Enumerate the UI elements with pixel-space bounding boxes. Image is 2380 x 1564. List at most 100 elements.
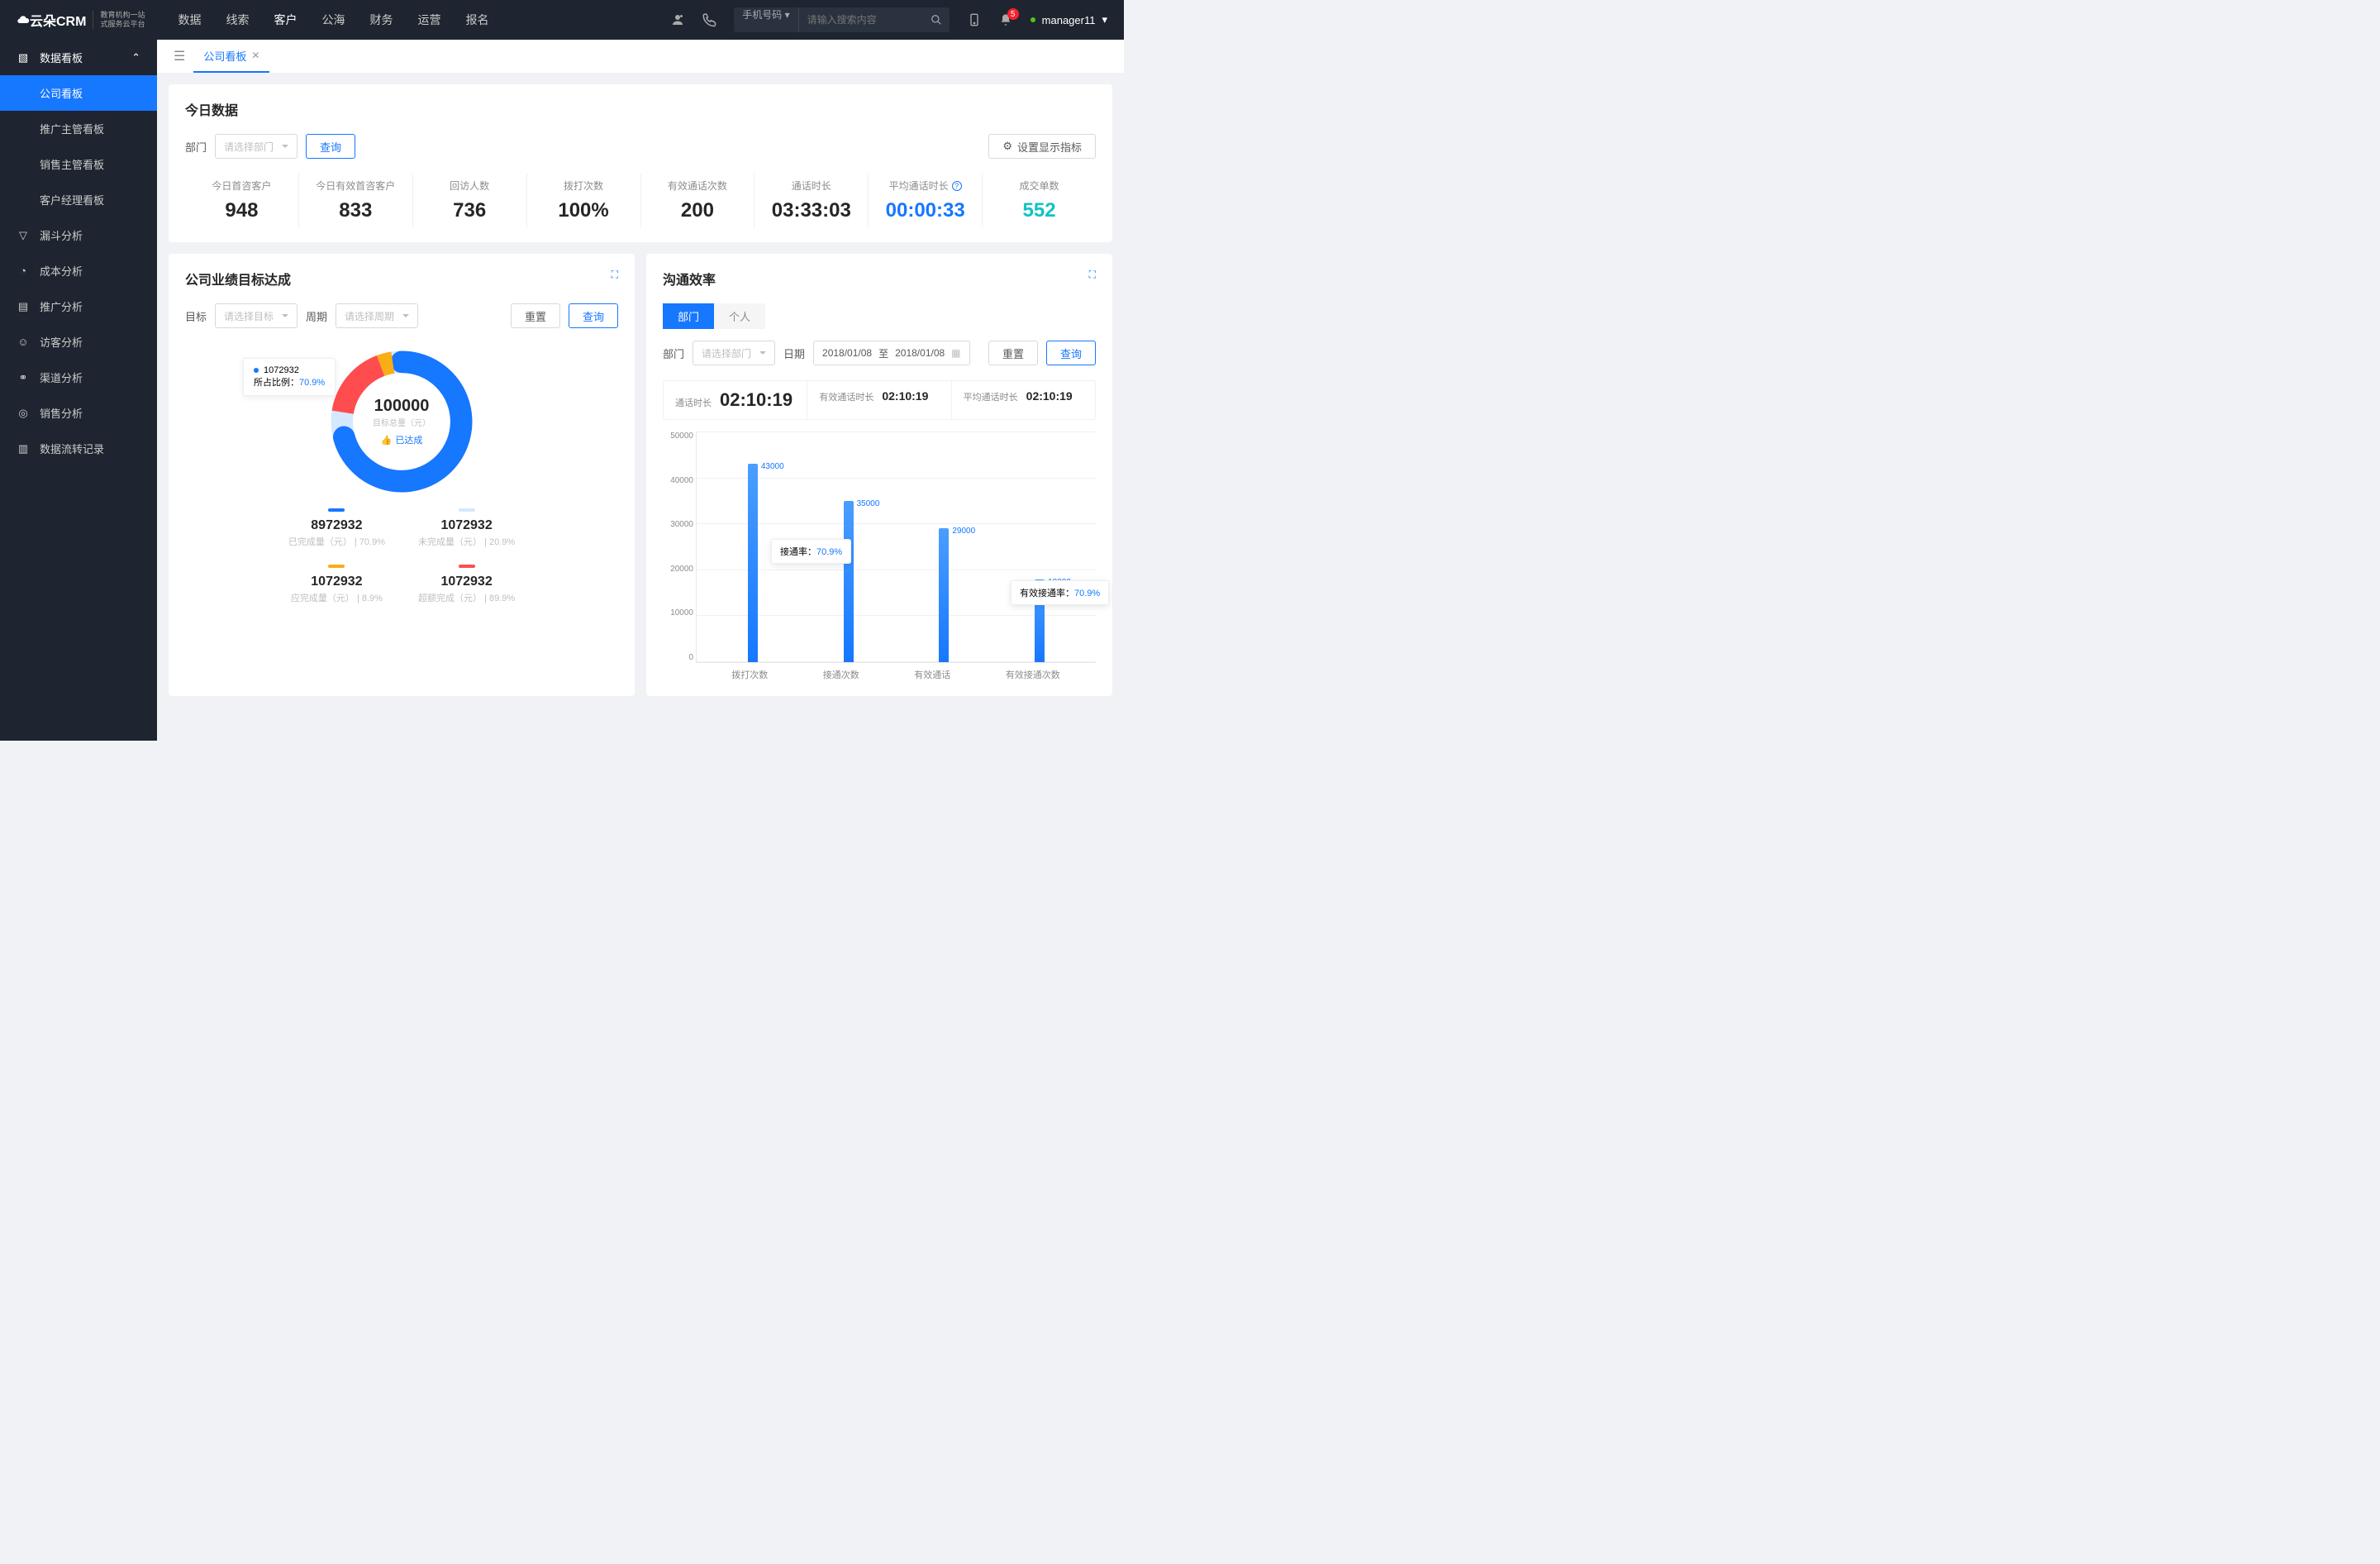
period-select[interactable]: 请选择周期 — [336, 303, 418, 328]
date-range-input[interactable]: 2018/01/08至2018/01/08▦ — [813, 341, 969, 365]
phone-icon[interactable] — [701, 12, 717, 28]
tab-close-icon[interactable]: ✕ — [251, 50, 259, 61]
dept-label: 部门 — [663, 346, 684, 361]
bar-label: 29000 — [952, 527, 975, 536]
add-user-icon[interactable] — [669, 12, 686, 28]
metric-label: 平均通话时长? — [869, 179, 982, 193]
mobile-icon[interactable] — [966, 12, 983, 28]
goal-label: 目标 — [185, 308, 207, 324]
x-tick: 接通次数 — [823, 668, 859, 681]
reset-button[interactable]: 重置 — [988, 341, 1038, 365]
period-label: 周期 — [306, 308, 327, 324]
donut-value: 100000 — [374, 397, 430, 416]
metric-item: 今日首咨客户 948 — [185, 174, 299, 227]
comm-title: 沟通效率 — [663, 269, 716, 288]
sidebar-item-channel[interactable]: ⚭渠道分析 — [0, 360, 157, 395]
search-button[interactable] — [923, 7, 950, 32]
sidebar-group-dashboard[interactable]: ▧数据看板 ⌃ — [0, 40, 157, 75]
legend-item: 1072932应完成量（元） | 8.9% — [288, 565, 385, 604]
metric-value: 948 — [185, 199, 298, 222]
metrics-row: 今日首咨客户948今日有效首咨客户833回访人数736拨打次数100%有效通话次… — [185, 174, 1096, 227]
bar-label: 43000 — [761, 462, 784, 471]
info-icon[interactable]: ? — [952, 181, 962, 191]
sidebar-item-promo[interactable]: 推广主管看板 — [0, 111, 157, 146]
nav-ops[interactable]: 运营 — [417, 0, 440, 40]
chevron-down-icon: ▾ — [1102, 13, 1107, 26]
metric-item: 拨打次数100% — [527, 174, 641, 227]
sidebar-item-company[interactable]: 公司看板 — [0, 75, 157, 111]
bar[interactable]: 29000 — [939, 528, 949, 662]
kpi-label: 平均通话时长 — [964, 390, 1018, 403]
today-title: 今日数据 — [185, 99, 238, 119]
metric-item: 今日有效首咨客户833 — [299, 174, 413, 227]
y-tick: 30000 — [664, 520, 693, 529]
sidebar-item-visitor[interactable]: ☺访客分析 — [0, 324, 157, 360]
metric-label: 有效通话次数 — [641, 179, 754, 193]
metric-label: 今日首咨客户 — [185, 179, 298, 193]
y-tick: 0 — [664, 653, 693, 662]
nav-signup[interactable]: 报名 — [465, 0, 488, 40]
nav-finance[interactable]: 财务 — [369, 0, 393, 40]
sidebar-item-funnel[interactable]: ▽漏斗分析 — [0, 217, 157, 253]
x-tick: 有效通话 — [914, 668, 950, 681]
logo[interactable]: 云朵CRM 教育机构一站式服务云平台 — [17, 10, 145, 30]
kpi-value: 02:10:19 — [720, 389, 793, 411]
legend-value: 1072932 — [288, 575, 385, 589]
y-axis: 50000400003000020000100000 — [664, 432, 693, 662]
bar[interactable]: 35000 — [844, 501, 854, 662]
metric-value: 100% — [527, 199, 640, 222]
app-header: 云朵CRM 教育机构一站式服务云平台 数据 线索 客户 公海 财务 运营 报名 … — [0, 0, 1124, 40]
legend-item: 1072932未完成量（元） | 20.9% — [418, 508, 515, 548]
comm-card: ⛶ 沟通效率 部门 个人 部门 请选择部门 日期 2018/01/08至2018… — [646, 254, 1112, 696]
search-type-select[interactable]: 手机号码 ▾ — [734, 7, 798, 32]
nav-pool[interactable]: 公海 — [321, 0, 345, 40]
goal-select[interactable]: 请选择目标 — [215, 303, 298, 328]
user-menu[interactable]: manager11 ▾ — [1031, 13, 1107, 26]
seg-tab-dept[interactable]: 部门 — [663, 303, 714, 329]
header-right-icons: 5 — [966, 12, 1014, 28]
list-icon: ▥ — [17, 442, 30, 455]
metric-value: 03:33:03 — [754, 199, 868, 222]
search-input[interactable] — [799, 7, 923, 32]
y-tick: 20000 — [664, 565, 693, 574]
channel-icon: ⚭ — [17, 371, 30, 384]
sidebar-item-sales[interactable]: 销售主管看板 — [0, 146, 157, 182]
legend-label: 超额完成（元） | 89.9% — [418, 591, 515, 604]
metric-label: 成交单数 — [983, 179, 1096, 193]
nav-data[interactable]: 数据 — [178, 0, 201, 40]
sidebar-item-flow[interactable]: ▥数据流转记录 — [0, 431, 157, 466]
sidebar-item-cost[interactable]: ◔成本分析 — [0, 253, 157, 288]
bell-icon[interactable]: 5 — [997, 12, 1014, 28]
bar[interactable]: 43000 — [748, 464, 758, 662]
calendar-icon: ▦ — [951, 347, 960, 359]
sidebar-toggle-icon[interactable]: ☰ — [174, 48, 185, 64]
config-metrics-button[interactable]: ⚙设置显示指标 — [988, 134, 1096, 159]
expand-icon[interactable]: ⛶ — [1089, 269, 1096, 281]
x-tick: 有效接通次数 — [1006, 668, 1060, 681]
sidebar-item-manager[interactable]: 客户经理看板 — [0, 182, 157, 217]
tab-bar: ☰ 公司看板 ✕ — [157, 40, 1124, 73]
nav-customers[interactable]: 客户 — [274, 0, 297, 40]
reset-button[interactable]: 重置 — [511, 303, 560, 328]
sidebar-item-sales-analysis[interactable]: ◎销售分析 — [0, 395, 157, 431]
logo-subtitle: 教育机构一站式服务云平台 — [93, 11, 145, 29]
dept-select[interactable]: 请选择部门 — [215, 134, 298, 159]
tab-company-board[interactable]: 公司看板 ✕ — [193, 40, 269, 73]
seg-tab-person[interactable]: 个人 — [714, 303, 765, 329]
query-button[interactable]: 查询 — [306, 134, 355, 159]
search-box: 手机号码 ▾ — [734, 7, 949, 32]
status-dot — [1031, 17, 1035, 22]
metric-label: 通话时长 — [754, 179, 868, 193]
dept-select[interactable]: 请选择部门 — [693, 341, 775, 365]
expand-icon[interactable]: ⛶ — [612, 269, 618, 281]
legend-grid: 8972932已完成量（元） | 70.9%1072932未完成量（元） | 2… — [288, 508, 515, 604]
legend-color-bar — [459, 508, 475, 512]
sidebar-item-promo-analysis[interactable]: ▤推广分析 — [0, 288, 157, 324]
logo-text: 云朵CRM — [30, 10, 86, 30]
legend-label: 已完成量（元） | 70.9% — [288, 535, 385, 548]
nav-leads[interactable]: 线索 — [226, 0, 249, 40]
query-button[interactable]: 查询 — [569, 303, 618, 328]
y-tick: 40000 — [664, 476, 693, 485]
username: manager11 — [1042, 14, 1096, 26]
query-button[interactable]: 查询 — [1046, 341, 1096, 365]
